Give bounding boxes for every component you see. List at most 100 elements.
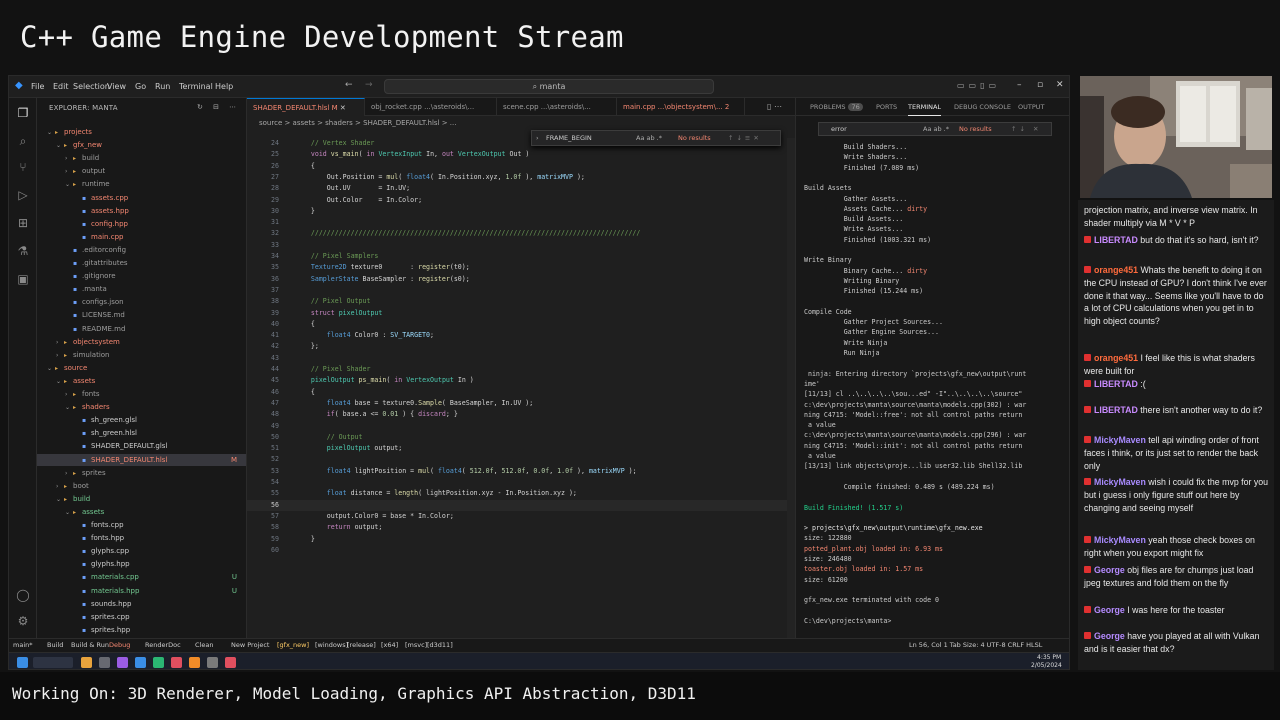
editor-tab[interactable]: SHADER_DEFAULT.hlsl M ✕ — [247, 98, 365, 116]
tree-file[interactable]: ▪ sprites.cpp — [37, 611, 246, 623]
status-item[interactable]: [msvc] — [405, 639, 427, 652]
tree-folder[interactable]: ⌄ ▸ build — [37, 493, 246, 505]
code-line[interactable]: 39 struct pixelOutput — [247, 308, 795, 319]
code-line[interactable]: 35 Texture2D texture0 : register(t0); — [247, 262, 795, 273]
code-line[interactable]: 59 } — [247, 534, 795, 545]
tree-file[interactable]: ▪ .gitignore — [37, 270, 246, 282]
menu-item-run[interactable]: Run — [155, 82, 170, 91]
status-item[interactable]: Clean — [195, 639, 213, 652]
panel-tab-problems[interactable]: PROBLEMS 76 — [810, 103, 863, 111]
code-line[interactable]: 24 // Vertex Shader — [247, 138, 795, 149]
code-line[interactable]: 50 // Output — [247, 432, 795, 443]
windows-start-icon[interactable] — [17, 657, 28, 668]
status-item[interactable]: New Project — [231, 639, 269, 652]
chat-username[interactable]: MickyMaven — [1094, 435, 1146, 445]
chat-username[interactable]: MickyMaven — [1094, 477, 1146, 487]
split-editor-icon[interactable]: ▯ ⋯ — [767, 102, 782, 111]
tree-folder[interactable]: › ▸ output — [37, 165, 246, 177]
code-line[interactable]: 48 if( base.a <= 0.01 ) { discard; } — [247, 409, 795, 420]
tree-file[interactable]: ▪ SHADER_DEFAULT.glsl — [37, 440, 246, 452]
code-line[interactable]: 49 — [247, 421, 795, 432]
status-item[interactable]: RenderDoc — [145, 639, 181, 652]
command-center-search[interactable]: ⌕ manta — [384, 79, 714, 94]
taskbar-app-icon[interactable] — [225, 657, 236, 668]
code-line[interactable]: 58 return output; — [247, 522, 795, 533]
menu-item-selection[interactable]: Selection — [73, 82, 110, 91]
code-line[interactable]: 37 — [247, 285, 795, 296]
tree-folder[interactable]: ⌄ ▸ gfx_new — [37, 139, 246, 151]
taskbar-search-icon[interactable] — [33, 657, 73, 668]
tree-folder[interactable]: › ▸ build — [37, 152, 246, 164]
tree-folder[interactable]: ⌄ ▸ projects — [37, 126, 246, 138]
status-item[interactable]: [windows] — [315, 639, 348, 652]
terminal-find-widget[interactable]: error Aa ab .* No results ↑↓ ✕ — [818, 122, 1052, 136]
status-item[interactable]: [x64] — [381, 639, 398, 652]
taskbar-app-icon[interactable] — [81, 657, 92, 668]
source-control-icon[interactable]: ⑂ — [16, 160, 30, 174]
code-line[interactable]: 56 — [247, 499, 795, 511]
chat-username[interactable]: LIBERTAD — [1094, 379, 1138, 389]
minimize-icon[interactable]: – — [1017, 80, 1022, 90]
tree-file[interactable]: ▪ assets.hpp — [37, 205, 246, 217]
code-line[interactable]: 31 — [247, 217, 795, 228]
terminal-find-input[interactable]: error — [831, 123, 847, 135]
code-line[interactable]: 32 /////////////////////////////////////… — [247, 228, 795, 239]
menu-item-terminal[interactable]: Terminal — [179, 82, 213, 91]
tree-folder[interactable]: ⌄ ▸ runtime — [37, 178, 246, 190]
tree-file[interactable]: ▪ .manta — [37, 283, 246, 295]
code-line[interactable]: 45 pixelOutput ps_main( in VertexOutput … — [247, 375, 795, 386]
search-icon[interactable]: ⌕ — [16, 134, 30, 148]
taskbar-app-icon[interactable] — [207, 657, 218, 668]
status-item[interactable]: [gfx_new] — [277, 639, 309, 652]
code-line[interactable]: 38 // Pixel Output — [247, 296, 795, 307]
code-line[interactable]: 46 { — [247, 387, 795, 398]
taskbar-app-icon[interactable] — [135, 657, 146, 668]
tree-file[interactable]: ▪ fonts.hpp — [37, 532, 246, 544]
testing-icon[interactable]: ⚗ — [16, 244, 30, 258]
code-line[interactable]: 26 { — [247, 161, 795, 172]
layout-toggle-icons[interactable]: ▭▭▯▭ — [957, 81, 1000, 90]
tree-file[interactable]: ▪ config.hpp — [37, 218, 246, 230]
clock-time[interactable]: 4:35 PM — [1037, 654, 1061, 661]
tree-folder[interactable]: ⌄ ▸ shaders — [37, 401, 246, 413]
code-line[interactable]: 40 { — [247, 319, 795, 330]
tree-file[interactable]: ▪ sh_green.hlsl — [37, 427, 246, 439]
code-line[interactable]: 47 float4 base = texture0.Sample( BaseSa… — [247, 398, 795, 409]
taskbar-app-icon[interactable] — [99, 657, 110, 668]
tree-file[interactable]: ▪ sounds.hpp — [37, 598, 246, 610]
close-tab-icon[interactable]: ✕ — [338, 104, 346, 112]
tree-folder[interactable]: › ▸ boot — [37, 480, 246, 492]
settings-gear-icon[interactable]: ⚙ — [16, 614, 30, 628]
status-item[interactable]: Build — [47, 639, 63, 652]
status-item[interactable]: main* — [13, 639, 33, 652]
tree-folder[interactable]: › ▸ objectsystem — [37, 336, 246, 348]
tree-file[interactable]: ▪ .editorconfig — [37, 244, 246, 256]
code-line[interactable]: 30 } — [247, 206, 795, 217]
explorer-actions-icons[interactable]: ↻ ⊟ ⋯ — [197, 103, 240, 111]
tree-file[interactable]: ▪ assets.cpp — [37, 192, 246, 204]
chat-username[interactable]: George — [1094, 605, 1125, 615]
chat-username[interactable]: MickyMaven — [1094, 535, 1146, 545]
maximize-icon[interactable]: ▫ — [1037, 80, 1043, 90]
code-line[interactable]: 53 float4 lightPosition = mul( float4( 5… — [247, 466, 795, 477]
code-line[interactable]: 33 — [247, 240, 795, 251]
tree-file[interactable]: ▪ glyphs.cpp — [37, 545, 246, 557]
editor-tab[interactable]: main.cpp ...\objectsystem\... 2 — [617, 98, 745, 116]
chat-username[interactable]: LIBERTAD — [1094, 235, 1138, 245]
taskbar-app-icon[interactable] — [153, 657, 164, 668]
tree-file[interactable]: ▪ main.cpp — [37, 231, 246, 243]
taskbar-app-icon[interactable] — [171, 657, 182, 668]
tree-file[interactable]: ▪ README.md — [37, 323, 246, 335]
status-right[interactable]: Ln 56, Col 1 Tab Size: 4 UTF-8 CRLF HLSL — [909, 639, 1042, 652]
code-line[interactable]: 60 — [247, 545, 795, 556]
tree-file[interactable]: ▪ fonts.cpp — [37, 519, 246, 531]
chat-username[interactable]: orange451 — [1094, 353, 1138, 363]
chat-username[interactable]: LIBERTAD — [1094, 405, 1138, 415]
tree-folder[interactable]: › ▸ fonts — [37, 388, 246, 400]
forward-arrow-icon[interactable]: → — [365, 80, 373, 90]
files-icon[interactable]: ❐ — [16, 106, 30, 120]
code-line[interactable]: 55 float distance = length( lightPositio… — [247, 488, 795, 499]
clock-date[interactable]: 2/05/2024 — [1031, 662, 1062, 669]
panel-tab-ports[interactable]: PORTS — [876, 103, 897, 111]
code-line[interactable]: 51 pixelOutput output; — [247, 443, 795, 454]
